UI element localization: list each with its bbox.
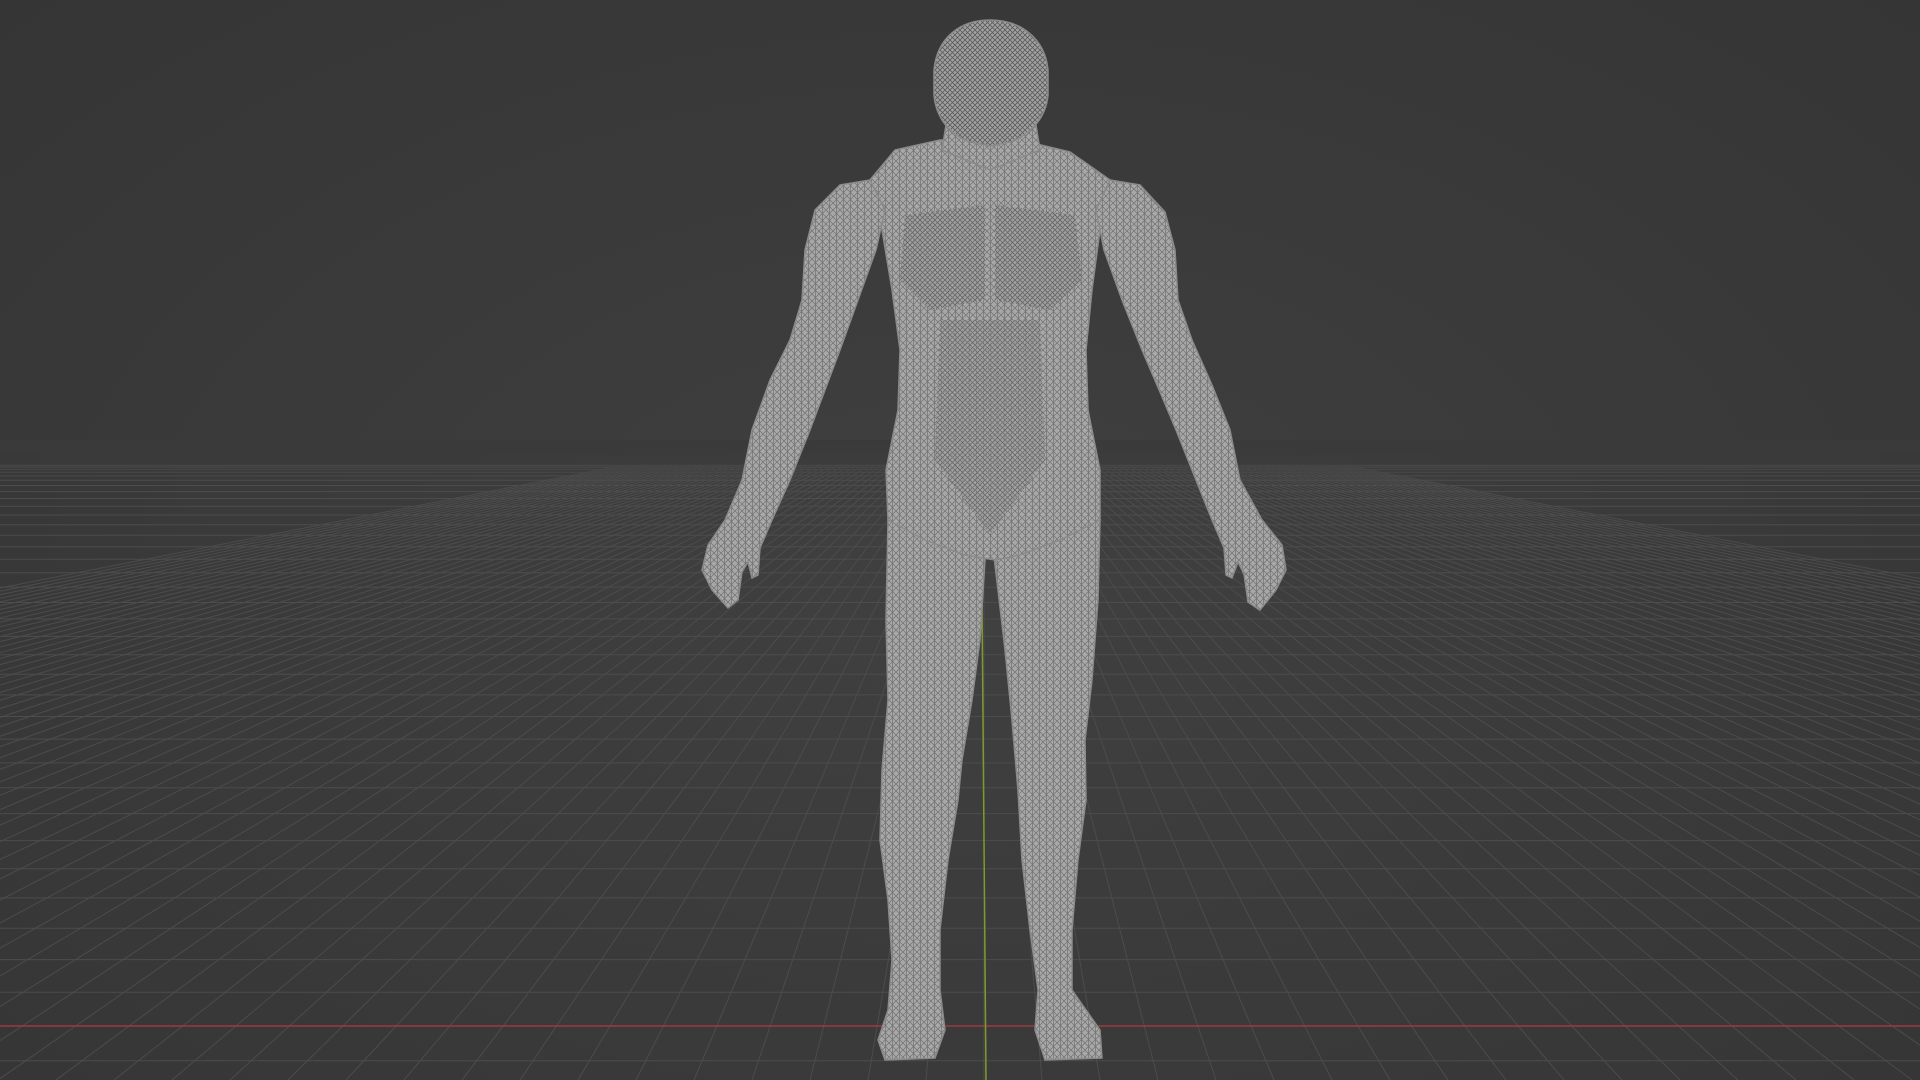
left-leg[interactable] [877, 519, 986, 1061]
right-leg[interactable] [991, 519, 1103, 1061]
head[interactable] [933, 19, 1049, 147]
viewport-canvas[interactable] [0, 0, 1920, 1080]
3d-viewport[interactable] [0, 0, 1920, 1080]
